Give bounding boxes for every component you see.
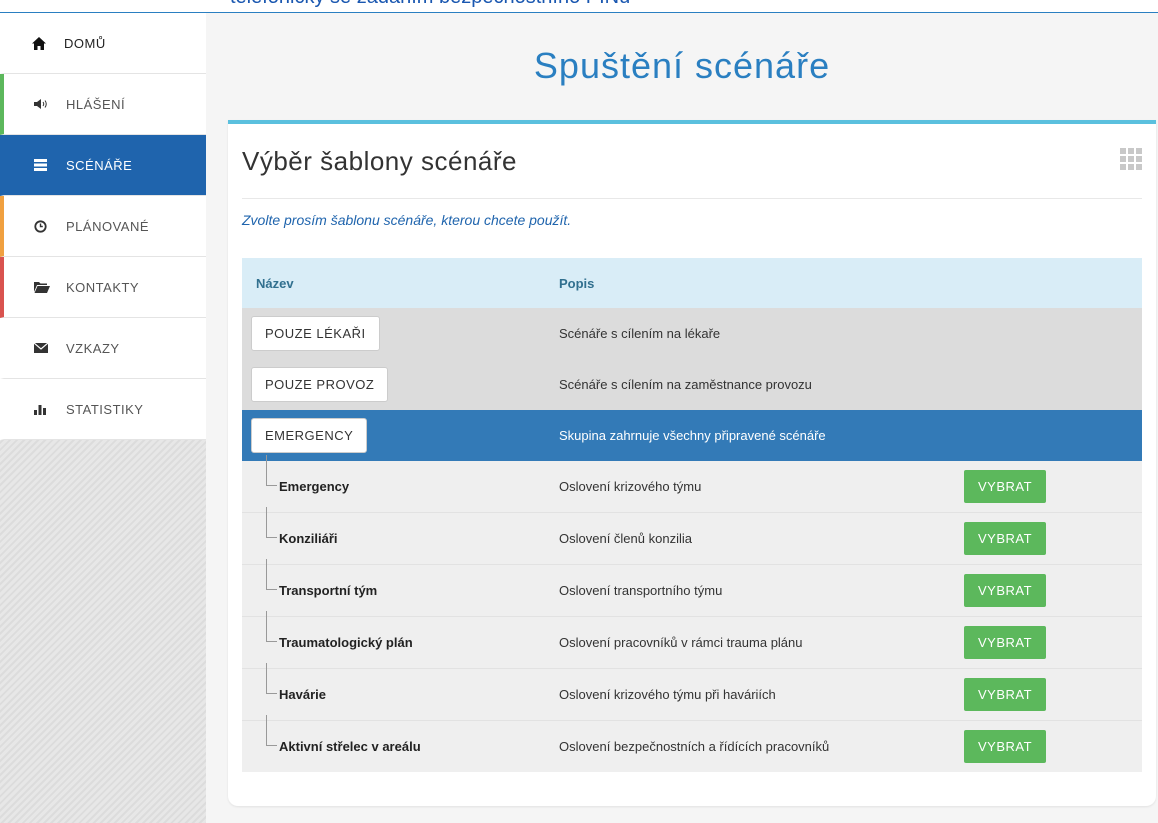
hint-text: Zvolte prosím šablonu scénáře, kterou ch…	[242, 212, 572, 228]
table-row: Aktivní střelec v areálu Oslovení bezpeč…	[242, 715, 1142, 772]
group-button-doctors[interactable]: POUZE LÉKAŘI	[251, 316, 380, 351]
sidebar-item-messages[interactable]: VZKAZY	[0, 318, 206, 379]
template-panel: Výběr šablony scénáře Zvolte prosím šabl…	[228, 120, 1156, 806]
select-button[interactable]: VYBRAT	[964, 730, 1047, 763]
select-button[interactable]: VYBRAT	[964, 678, 1047, 711]
group-row-active: EMERGENCY Skupina zahrnuje všechny připr…	[242, 410, 1142, 461]
table-row: Traumatologický plán Oslovení pracovníků…	[242, 611, 1142, 669]
sidebar-item-scenarios[interactable]: SCÉNÁŘE	[0, 135, 206, 196]
table-row: Emergency Oslovení krizového týmu VYBRAT	[242, 455, 1142, 513]
select-button[interactable]: VYBRAT	[964, 574, 1047, 607]
grid-icon[interactable]	[1120, 148, 1142, 175]
scenario-desc: Oslovení bezpečnostních a řídících praco…	[539, 720, 964, 772]
bar-chart-icon	[34, 403, 56, 415]
column-header-desc: Popis	[539, 258, 964, 308]
template-table: Název Popis POUZE LÉKAŘI Scénáře s cílen…	[242, 258, 1142, 772]
sidebar-item-label: VZKAZY	[66, 340, 120, 356]
scenario-desc: Oslovení transportního týmu	[539, 564, 964, 617]
sidebar-item-label: PLÁNOVANÉ	[66, 218, 150, 234]
sidebar-item-statistics[interactable]: STATISTIKY	[0, 379, 206, 440]
scenario-name: Traumatologický plán	[251, 611, 539, 650]
column-header-name: Název	[242, 258, 539, 308]
scenario-desc: Oslovení pracovníků v rámci trauma plánu	[539, 616, 964, 669]
group-button-emergency[interactable]: EMERGENCY	[251, 418, 368, 453]
scenario-name: Transportní tým	[251, 559, 539, 598]
group-desc: Scénáře s cílením na zaměstnance provozu	[539, 359, 964, 410]
sidebar: DOMŮ HLÁŠENÍ SCÉNÁŘE PLÁNOVANÉ KONTAKTY …	[0, 13, 206, 823]
select-button[interactable]: VYBRAT	[964, 522, 1047, 555]
scenario-name: Konziliáři	[251, 507, 539, 546]
sidebar-item-reports[interactable]: HLÁŠENÍ	[0, 74, 206, 135]
sidebar-item-label: STATISTIKY	[66, 401, 144, 417]
group-row: POUZE LÉKAŘI Scénáře s cílením na lékaře	[242, 308, 1142, 359]
sidebar-item-label: HLÁŠENÍ	[66, 96, 126, 112]
folder-icon	[34, 281, 56, 293]
group-desc: Scénáře s cílením na lékaře	[539, 308, 964, 359]
clock-icon	[34, 219, 56, 233]
speaker-icon	[34, 99, 56, 109]
sidebar-item-label: SCÉNÁŘE	[66, 157, 133, 173]
home-icon	[32, 36, 54, 50]
table-row: Transportní tým Oslovení transportního t…	[242, 559, 1142, 617]
divider	[242, 198, 1142, 199]
table-header-row: Název Popis	[242, 258, 1142, 308]
select-button[interactable]: VYBRAT	[964, 470, 1047, 503]
group-row: POUZE PROVOZ Scénáře s cílením na zaměst…	[242, 359, 1142, 410]
group-desc: Skupina zahrnuje všechny připravené scén…	[539, 410, 964, 461]
sidebar-item-contacts[interactable]: KONTAKTY	[0, 257, 206, 318]
top-banner-text: telefonicky se zadáním bezpečnostního PI…	[230, 0, 630, 9]
table-row: Konziliáři Oslovení členů konzilia VYBRA…	[242, 507, 1142, 565]
sidebar-item-home[interactable]: DOMŮ	[0, 13, 206, 74]
group-button-operations[interactable]: POUZE PROVOZ	[251, 367, 389, 402]
panel-title: Výběr šablony scénáře	[242, 146, 517, 176]
sidebar-item-planned[interactable]: PLÁNOVANÉ	[0, 196, 206, 257]
page-title: Spuštění scénáře	[533, 44, 831, 86]
select-button[interactable]: VYBRAT	[964, 626, 1047, 659]
scenario-name: Havárie	[251, 663, 539, 702]
sidebar-item-label: KONTAKTY	[66, 279, 140, 295]
top-banner: telefonicky se zadáním bezpečnostního PI…	[0, 0, 1158, 13]
envelope-icon	[34, 343, 56, 353]
scenario-desc: Oslovení členů konzilia	[539, 512, 964, 565]
scenario-desc: Oslovení krizového týmu	[539, 461, 964, 513]
column-header-action	[964, 258, 1142, 308]
scenario-desc: Oslovení krizového týmu při haváriích	[539, 668, 964, 721]
sidebar-item-label: DOMŮ	[64, 35, 106, 51]
table-row: Havárie Oslovení krizového týmu při havá…	[242, 663, 1142, 721]
list-icon	[34, 159, 56, 171]
scenario-name: Aktivní střelec v areálu	[251, 715, 539, 754]
scenario-name: Emergency	[251, 455, 539, 494]
